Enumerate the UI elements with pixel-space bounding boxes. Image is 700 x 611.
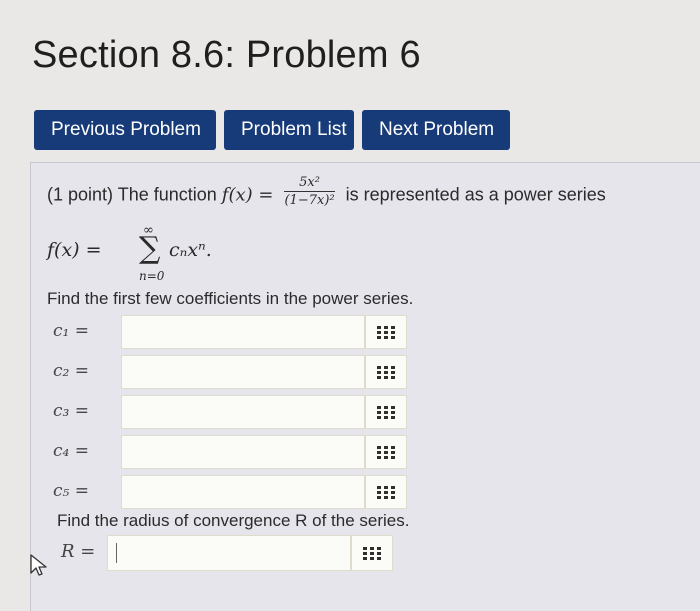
grid-icon[interactable] xyxy=(377,365,395,379)
coefficient-row: c₂ = xyxy=(47,353,407,391)
grid-icon[interactable] xyxy=(377,405,395,419)
statement-tail: is represented as a power series xyxy=(345,184,606,205)
c4-input[interactable] xyxy=(121,435,365,469)
page-title: Section 8.6: Problem 6 xyxy=(32,34,421,76)
coefficient-label: c₅ = xyxy=(53,481,89,501)
problem-panel: (1 point) The function f(x) = 5x² (1−7x)… xyxy=(30,162,700,611)
grid-icon[interactable] xyxy=(377,445,395,459)
coefficient-label: c₁ = xyxy=(53,321,89,341)
mouse-pointer-icon xyxy=(30,554,47,576)
radius-label: R = xyxy=(61,541,96,562)
text-caret xyxy=(116,543,117,563)
coefficients-prompt: Find the first few coefficients in the p… xyxy=(47,289,414,308)
power-series-expression: f(x) = ∞ ∑ n=0 cₙxⁿ. xyxy=(47,221,347,283)
coefficient-row: c₃ = xyxy=(47,393,407,431)
radius-prompt: Find the radius of convergence R of the … xyxy=(57,511,410,530)
previous-problem-button[interactable]: Previous Problem xyxy=(34,110,216,150)
c3-input[interactable] xyxy=(121,395,365,429)
problem-statement: (1 point) The function f(x) = 5x² (1−7x)… xyxy=(47,175,606,212)
coefficient-label: c₃ = xyxy=(53,401,89,421)
sum-symbol: ∑ xyxy=(139,231,161,266)
function-fraction: 5x² (1−7x)² xyxy=(284,175,335,208)
coefficient-row: c₁ = xyxy=(47,313,407,351)
radius-input[interactable] xyxy=(107,535,351,571)
next-problem-button[interactable]: Next Problem xyxy=(362,110,510,150)
coefficient-row: c₅ = xyxy=(47,473,407,511)
radius-row: R = xyxy=(57,533,417,573)
sum-lower-limit: n=0 xyxy=(139,269,165,283)
series-term: cₙxⁿ. xyxy=(169,239,212,261)
c1-input[interactable] xyxy=(121,315,365,349)
grid-icon[interactable] xyxy=(377,325,395,339)
coefficient-label: c₄ = xyxy=(53,441,89,461)
fraction-denominator: (1−7x)² xyxy=(284,193,335,208)
coefficient-label: c₂ = xyxy=(53,361,89,381)
problem-list-button[interactable]: Problem List xyxy=(224,110,354,150)
c5-input[interactable] xyxy=(121,475,365,509)
coefficient-row: c₄ = xyxy=(47,433,407,471)
statement-intro: (1 point) The function xyxy=(47,184,217,205)
grid-icon[interactable] xyxy=(363,546,381,560)
fraction-numerator: 5x² xyxy=(284,175,335,192)
function-lhs: f(x) = xyxy=(221,184,274,206)
c2-input[interactable] xyxy=(121,355,365,389)
problem-nav: Previous Problem Problem List Next Probl… xyxy=(34,110,510,150)
series-lhs: f(x) = xyxy=(47,239,102,261)
grid-icon[interactable] xyxy=(377,485,395,499)
